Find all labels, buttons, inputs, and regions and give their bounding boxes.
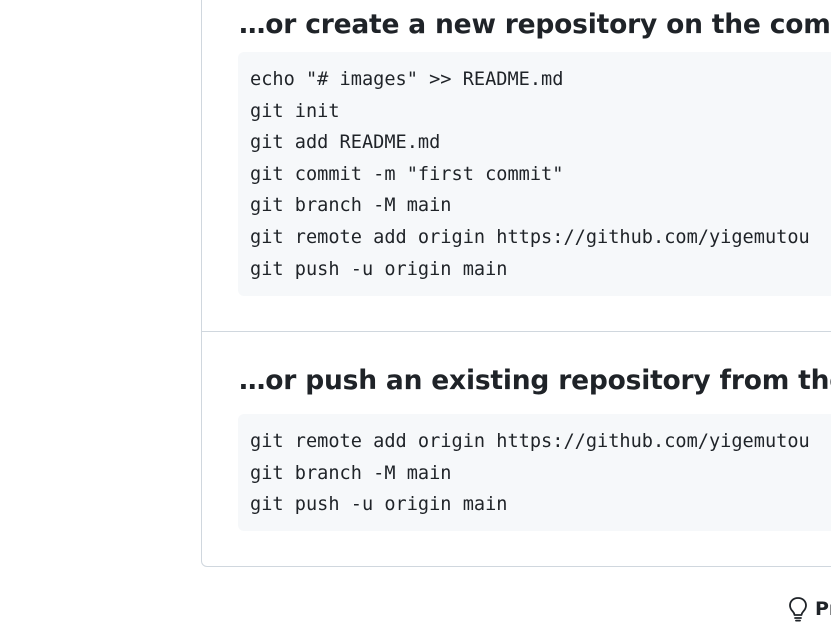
push-existing-heading: …or push an existing repository from the… xyxy=(239,365,831,396)
push-existing-code-block[interactable]: git remote add origin https://github.com… xyxy=(238,414,831,531)
code-line: git remote add origin https://github.com… xyxy=(250,226,810,248)
code-line: git push -u origin main xyxy=(250,494,508,516)
code-line: echo "# images" >> README.md xyxy=(250,69,564,90)
create-repo-heading: …or create a new repository on the comma… xyxy=(239,9,831,40)
quick-setup-box: …or create a new repository on the comma… xyxy=(201,0,831,567)
create-repo-section: …or create a new repository on the comma… xyxy=(202,0,831,331)
code-line: git branch -M main xyxy=(250,462,452,484)
push-existing-section: …or push an existing repository from the… xyxy=(202,331,831,568)
code-line: git remote add origin https://github.com… xyxy=(250,431,810,452)
protip-label: ProTip! xyxy=(815,598,831,620)
page: …or create a new repository on the comma… xyxy=(0,0,831,629)
protip: ProTip! xyxy=(788,596,831,622)
code-line: git commit -m "first commit" xyxy=(250,163,564,185)
create-repo-code-block[interactable]: echo "# images" >> README.md git init gi… xyxy=(238,52,831,296)
light-bulb-icon xyxy=(788,596,808,622)
code-line: git init xyxy=(250,100,340,122)
code-line: git push -u origin main xyxy=(250,258,508,280)
code-line: git add README.md xyxy=(250,132,441,154)
code-line: git branch -M main xyxy=(250,195,452,217)
